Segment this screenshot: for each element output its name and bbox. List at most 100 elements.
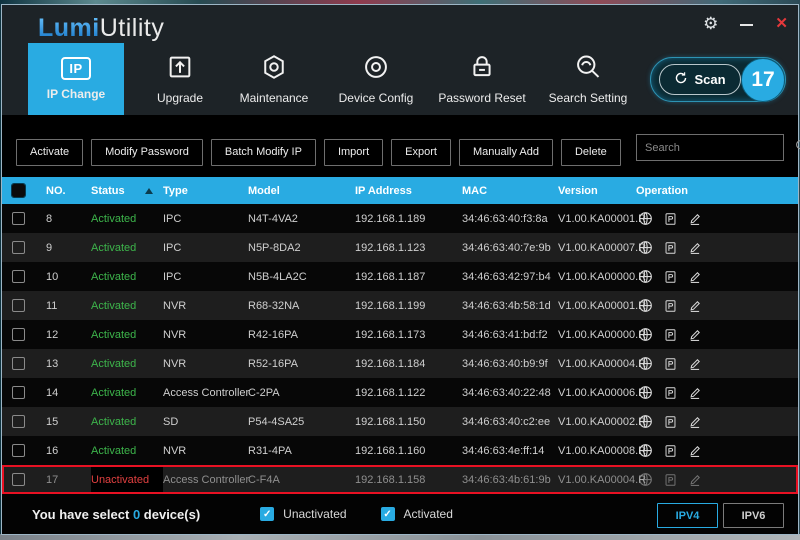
scan-group: Scan 17 xyxy=(650,57,786,102)
edit-icon[interactable] xyxy=(688,444,702,458)
web-icon[interactable] xyxy=(638,472,653,487)
row-type: Access Controller xyxy=(163,387,248,399)
table-row[interactable]: 11 Activated NVR R68-32NA 192.168.1.199 … xyxy=(2,291,798,320)
row-status-cell: Unactivated xyxy=(91,465,163,494)
row-version: V1.00.KA00004.R xyxy=(558,474,636,486)
table-row[interactable]: 8 Activated IPC N4T-4VA2 192.168.1.189 3… xyxy=(2,204,798,233)
table-row[interactable]: 12 Activated NVR R42-16PA 192.168.1.173 … xyxy=(2,320,798,349)
row-checkbox[interactable] xyxy=(12,299,25,312)
row-checkbox[interactable] xyxy=(12,473,25,486)
search-icon xyxy=(795,139,800,157)
select-all-checkbox[interactable] xyxy=(12,184,25,197)
row-checkbox[interactable] xyxy=(12,328,25,341)
footer-bar: You have select 0 device(s) ✓ Unactivate… xyxy=(2,494,798,534)
table-row[interactable]: 10 Activated IPC N5B-4LA2C 192.168.1.187… xyxy=(2,262,798,291)
close-icon[interactable]: ✕ xyxy=(775,16,788,31)
search-input[interactable] xyxy=(637,142,795,154)
filter-activated[interactable]: ✓ Activated xyxy=(381,507,453,521)
ipv6-button[interactable]: IPV6 xyxy=(723,503,784,528)
device-card-icon[interactable] xyxy=(664,212,677,226)
table-body: 8 Activated IPC N4T-4VA2 192.168.1.189 3… xyxy=(2,204,798,494)
export-button[interactable]: Export xyxy=(391,139,451,166)
brand-text: Lumi xyxy=(38,14,100,42)
row-status-cell: Activated xyxy=(91,407,163,436)
scan-button[interactable]: Scan xyxy=(659,64,741,95)
row-checkbox[interactable] xyxy=(12,444,25,457)
edit-icon[interactable] xyxy=(688,299,702,313)
tab-upgrade[interactable]: Upgrade xyxy=(136,43,224,115)
edit-icon[interactable] xyxy=(688,357,702,371)
row-ip: 192.168.1.123 xyxy=(355,242,462,254)
tab-device-config[interactable]: Device Config xyxy=(324,43,428,115)
web-icon[interactable] xyxy=(638,443,653,458)
edit-icon[interactable] xyxy=(688,241,702,255)
device-card-icon[interactable] xyxy=(664,328,677,342)
device-card-icon[interactable] xyxy=(664,270,677,284)
import-button[interactable]: Import xyxy=(324,139,383,166)
row-mac: 34:46:63:40:7e:9b xyxy=(462,242,558,254)
checkbox-checked-icon[interactable]: ✓ xyxy=(260,507,274,521)
web-icon[interactable] xyxy=(638,240,653,255)
row-no: 11 xyxy=(46,300,91,312)
row-checkbox[interactable] xyxy=(12,415,25,428)
edit-icon[interactable] xyxy=(688,415,702,429)
web-icon[interactable] xyxy=(638,356,653,371)
row-type: Access Controller xyxy=(163,474,248,486)
filter-unactivated[interactable]: ✓ Unactivated xyxy=(260,507,346,521)
table-row[interactable]: 13 Activated NVR R52-16PA 192.168.1.184 … xyxy=(2,349,798,378)
web-icon[interactable] xyxy=(638,269,653,284)
edit-icon[interactable] xyxy=(688,212,702,226)
web-icon[interactable] xyxy=(638,385,653,400)
table-row[interactable]: 9 Activated IPC N5P-8DA2 192.168.1.123 3… xyxy=(2,233,798,262)
edit-icon[interactable] xyxy=(688,473,702,487)
table-row[interactable]: 16 Activated NVR R31-4PA 192.168.1.160 3… xyxy=(2,436,798,465)
device-card-icon[interactable] xyxy=(664,241,677,255)
web-icon[interactable] xyxy=(638,414,653,429)
row-checkbox[interactable] xyxy=(12,270,25,283)
tab-ip-change[interactable]: IP IP Change xyxy=(28,43,124,115)
minimize-icon[interactable] xyxy=(740,24,753,26)
column-header-operation: Operation xyxy=(636,185,798,197)
table-row[interactable]: 15 Activated SD P54-4SA25 192.168.1.150 … xyxy=(2,407,798,436)
delete-button[interactable]: Delete xyxy=(561,139,621,166)
activate-button[interactable]: Activate xyxy=(16,139,83,166)
row-no: 13 xyxy=(46,358,91,370)
device-card-icon[interactable] xyxy=(664,299,677,313)
device-card-icon[interactable] xyxy=(664,415,677,429)
row-status-cell: Activated xyxy=(91,349,163,378)
table-row[interactable]: 17 Unactivated Access Controller C-F4A 1… xyxy=(2,465,798,494)
settings-gear-icon[interactable]: ⚙ xyxy=(703,15,718,32)
row-ip: 192.168.1.122 xyxy=(355,387,462,399)
checkbox-checked-icon[interactable]: ✓ xyxy=(381,507,395,521)
edit-icon[interactable] xyxy=(688,328,702,342)
row-status-cell: Activated xyxy=(91,378,163,407)
manually-add-button[interactable]: Manually Add xyxy=(459,139,553,166)
row-no: 14 xyxy=(46,387,91,399)
row-checkbox[interactable] xyxy=(12,241,25,254)
modify-password-button[interactable]: Modify Password xyxy=(91,139,203,166)
device-card-icon[interactable] xyxy=(664,386,677,400)
web-icon[interactable] xyxy=(638,327,653,342)
tab-password-reset[interactable]: Password Reset xyxy=(428,43,536,115)
batch-modify-ip-button[interactable]: Batch Modify IP xyxy=(211,139,316,166)
row-type: NVR xyxy=(163,445,248,457)
device-card-icon[interactable] xyxy=(664,357,677,371)
edit-icon[interactable] xyxy=(688,386,702,400)
row-checkbox[interactable] xyxy=(12,357,25,370)
row-checkbox[interactable] xyxy=(12,386,25,399)
table-row[interactable]: 14 Activated Access Controller C-2PA 192… xyxy=(2,378,798,407)
web-icon[interactable] xyxy=(638,298,653,313)
row-ip: 192.168.1.199 xyxy=(355,300,462,312)
column-header-version: Version xyxy=(558,185,636,197)
row-model: P54-4SA25 xyxy=(248,416,355,428)
edit-icon[interactable] xyxy=(688,270,702,284)
tab-search-setting[interactable]: Search Setting xyxy=(536,43,640,115)
web-icon[interactable] xyxy=(638,211,653,226)
row-checkbox[interactable] xyxy=(12,212,25,225)
tab-label: IP Change xyxy=(47,87,105,101)
device-card-icon[interactable] xyxy=(664,473,677,487)
ipv4-button[interactable]: IPV4 xyxy=(657,503,718,528)
device-card-icon[interactable] xyxy=(664,444,677,458)
tab-maintenance[interactable]: Maintenance xyxy=(224,43,324,115)
column-header-status[interactable]: Status xyxy=(91,185,163,197)
